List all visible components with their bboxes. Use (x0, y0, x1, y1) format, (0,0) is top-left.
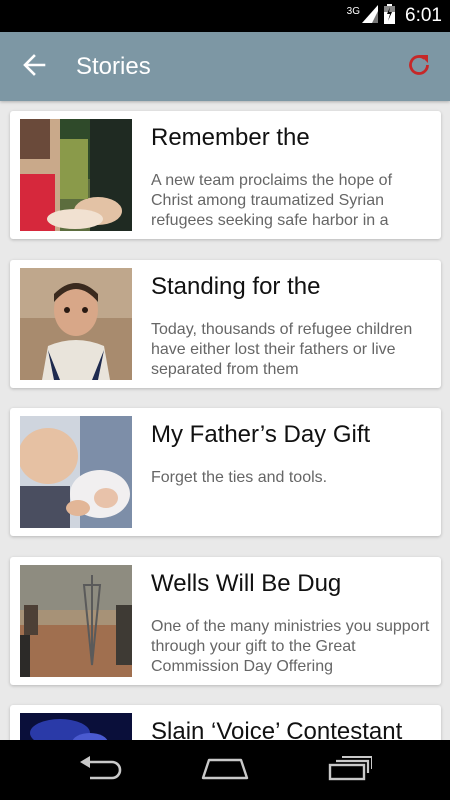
story-thumbnail (20, 565, 132, 677)
nav-home-icon (201, 756, 249, 784)
nav-recents-button[interactable] (320, 750, 380, 790)
nav-back-icon (78, 756, 122, 784)
system-nav-bar (0, 740, 450, 800)
nav-back-button[interactable] (70, 750, 130, 790)
app-bar: Stories (0, 32, 450, 101)
story-title: Slain ‘Voice’ Contestant (151, 718, 403, 740)
status-bar: 3G 6:01 (0, 0, 450, 32)
refresh-icon (406, 52, 432, 82)
clock: 6:01 (405, 5, 442, 26)
story-summary: One of the many ministries you support t… (151, 618, 430, 675)
signal-icon (362, 5, 379, 27)
story-title: Remember the (151, 124, 310, 151)
story-title: Standing for the (151, 273, 321, 300)
story-thumbnail (20, 713, 132, 740)
story-summary: Today, thousands of refugee children hav… (151, 321, 413, 378)
arrow-back-icon (22, 54, 46, 80)
story-card[interactable]: Slain ‘Voice’ Contestant (10, 705, 441, 740)
story-card[interactable]: Wells Will Be Dug One of the many minist… (10, 557, 441, 685)
story-list[interactable]: Remember the A new team proclaims the ho… (0, 101, 450, 740)
story-thumbnail (20, 119, 132, 231)
battery-icon (384, 4, 396, 28)
refresh-button[interactable] (402, 50, 436, 84)
network-type-label: 3G (346, 5, 361, 17)
story-thumbnail (20, 268, 132, 380)
back-button[interactable] (18, 52, 50, 82)
status-indicators: 3G 6:01 (347, 0, 442, 32)
story-summary: A new team proclaims the hope of Christ … (151, 172, 393, 229)
story-summary: Forget the ties and tools. (151, 469, 328, 486)
story-card[interactable]: Remember the A new team proclaims the ho… (10, 111, 441, 239)
story-title: Wells Will Be Dug (151, 570, 342, 597)
story-card[interactable]: Standing for the Today, thousands of ref… (10, 260, 441, 388)
father-baby-photo (20, 416, 132, 528)
story-thumbnail (20, 416, 132, 528)
page-title: Stories (76, 53, 151, 80)
story-card[interactable]: My Father’s Day Gift Forget the ties and… (10, 408, 441, 536)
child-hospital-photo (20, 119, 132, 231)
concert-stage-photo (20, 713, 132, 740)
water-well-photo (20, 565, 132, 677)
boy-portrait-photo (20, 268, 132, 380)
story-title: My Father’s Day Gift (151, 421, 371, 448)
nav-home-button[interactable] (195, 750, 255, 790)
nav-recents-icon (328, 755, 373, 785)
